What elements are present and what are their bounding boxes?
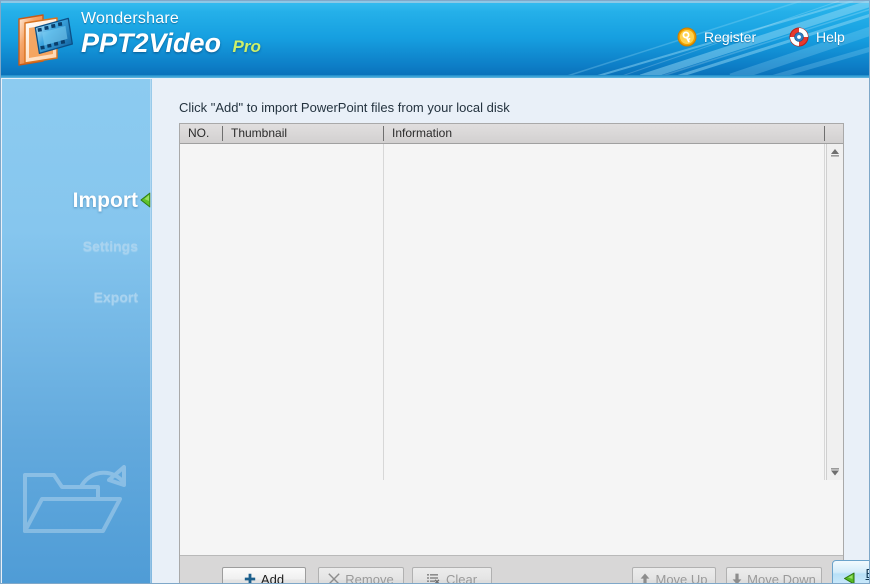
move-down-button[interactable]: Move Down [726, 567, 822, 584]
file-list-body[interactable] [180, 144, 843, 480]
column-header-no[interactable]: NO. [180, 124, 222, 143]
column-header-thumbnail[interactable]: Thumbnail [223, 124, 383, 143]
add-button[interactable]: Add [222, 567, 306, 584]
x-icon [328, 569, 340, 583]
sidebar-right-edge [150, 79, 152, 583]
clear-list-icon [426, 569, 441, 583]
brand-line-wondershare: Wondershare [81, 10, 179, 27]
sidebar-item-export[interactable]: Export [94, 289, 138, 307]
file-list-toolbar: Add Remove Clear Move Up Move Down [180, 555, 843, 584]
move-up-button[interactable]: Move Up [632, 567, 716, 584]
register-link-label: Register [704, 29, 757, 45]
scroll-down-arrow-icon[interactable] [827, 463, 843, 480]
ppt2video-logo-icon [13, 9, 75, 69]
help-link[interactable]: Help [789, 27, 845, 47]
brand-line-product: PPT2Video [81, 28, 222, 58]
register-link[interactable]: Register [677, 27, 757, 47]
column-header-information[interactable]: Information [384, 124, 824, 143]
key-icon [677, 27, 697, 50]
scroll-up-arrow-icon[interactable] [827, 144, 843, 161]
lifering-icon [789, 27, 809, 50]
header-bottom-edge [1, 75, 869, 78]
add-button-label: Add [260, 572, 285, 584]
sidebar-item-import[interactable]: Import [73, 189, 138, 213]
arrow-down-icon [732, 569, 742, 583]
arrow-up-icon [640, 569, 650, 583]
sidebar-item-import-label: Import [72, 189, 138, 212]
back-button[interactable]: Back [832, 560, 869, 583]
brand-title: Wondershare PPT2Video Pro [81, 11, 261, 57]
app-header: Wondershare PPT2Video Pro Register Help [1, 1, 869, 78]
move-up-button-label: Move Up [655, 572, 708, 584]
file-list-header: NO. Thumbnail Information [180, 124, 843, 144]
back-accel: B [866, 566, 869, 581]
wizard-step-sidebar: Import Settings Export [2, 79, 152, 583]
move-down-button-label: Move Down [747, 572, 816, 584]
plus-icon [244, 569, 256, 583]
open-folder-arrow-icon [20, 453, 138, 558]
green-left-triangle-icon [843, 568, 856, 583]
remove-button-label: Remove [345, 572, 394, 584]
application-window: Wondershare PPT2Video Pro Register Help … [0, 0, 870, 584]
column-divider[interactable] [824, 126, 825, 141]
remove-button[interactable]: Remove [318, 567, 404, 584]
clear-button[interactable]: Clear [412, 567, 492, 584]
brand-line-edition: Pro [232, 37, 261, 56]
sidebar-item-settings[interactable]: Settings [83, 238, 138, 256]
file-list-panel: NO. Thumbnail Information Add Remove Cle… [179, 123, 844, 584]
sidebar-item-export-label: Export [93, 289, 138, 305]
body-column-line [383, 144, 384, 480]
sidebar-item-settings-label: Settings [82, 238, 138, 254]
body-column-line [824, 144, 825, 480]
clear-button-label: Clear [445, 572, 478, 584]
main-content: Click "Add" to import PowerPoint files f… [154, 79, 869, 584]
instruction-text: Click "Add" to import PowerPoint files f… [179, 100, 510, 115]
help-link-label: Help [816, 29, 845, 45]
vertical-scrollbar[interactable] [826, 144, 843, 480]
back-button-label: Back [866, 566, 869, 581]
